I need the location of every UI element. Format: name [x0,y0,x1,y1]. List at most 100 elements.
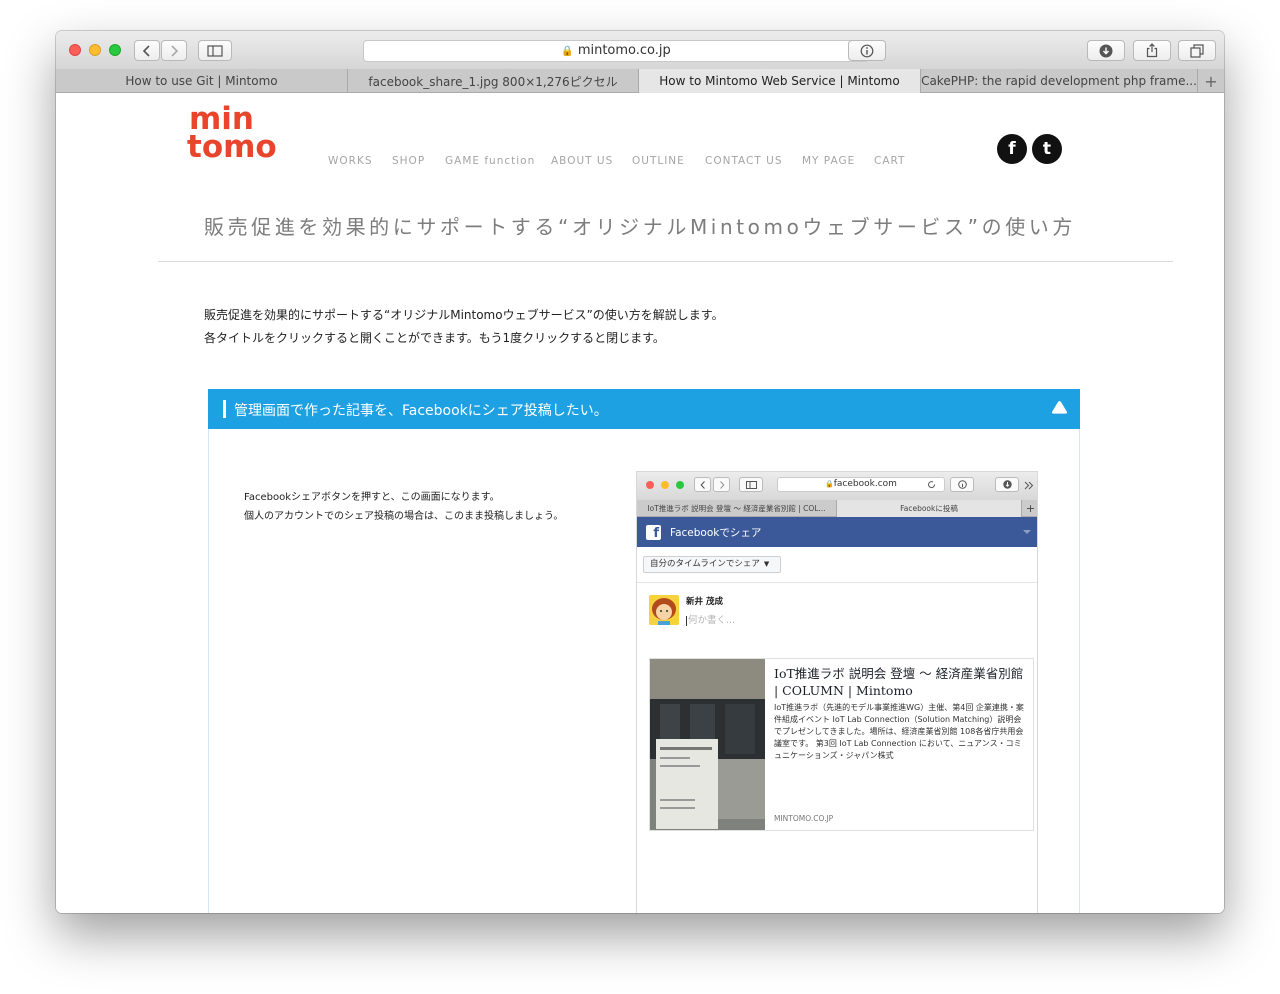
tab-label: CakePHP: the rapid development php frame… [921,74,1197,88]
downloads-button[interactable] [1087,40,1125,61]
avatar-illustration [649,595,679,625]
twitter-link[interactable]: t [1032,134,1062,164]
screenshot-download-button [995,477,1019,492]
screenshot-browser-toolbar: 🔒facebook.com [637,472,1037,500]
nav-cart[interactable]: CART [874,155,905,167]
screenshot-minimize-dot [661,481,669,489]
url-text: mintomo.co.jp [577,43,671,58]
preview-image [650,659,765,830]
title-divider [158,261,1173,262]
minimize-window-button[interactable] [89,44,101,56]
facebook-icon: f [1008,139,1016,159]
browser-toolbar: 🔒 mintomo.co.jp [56,31,1224,69]
new-tab-button[interactable]: + [1198,69,1224,93]
tab-git[interactable]: How to use Git | Mintomo [56,69,348,93]
address-bar[interactable]: 🔒 mintomo.co.jp [363,40,869,62]
triangle-up-icon[interactable] [1051,400,1068,415]
tab-mintomo-web-service[interactable]: How to Mintomo Web Service | Mintomo [639,69,921,93]
nav-my-page[interactable]: MY PAGE [802,155,855,167]
share-target-select: 自分のタイムラインでシェア ▼ [643,556,781,573]
tab-label: How to Mintomo Web Service | Mintomo [659,74,900,88]
url-display: 🔒 mintomo.co.jp [364,43,868,58]
screenshot-back-button [694,477,711,492]
lock-icon: 🔒 [561,46,574,57]
screenshot-sidebar-button [739,477,763,492]
reload-icon [928,481,936,489]
page-title: 販売促進を効果的にサポートする“オリジナルMintomoウェブサービス”の使い方 [203,215,1076,239]
facebook-logo-icon: f [646,525,661,540]
nav-works[interactable]: WORKS [328,155,373,167]
share-button[interactable] [1133,40,1171,61]
description-text-1: Facebookシェアボタンを押すと、この画面になります。 [244,492,500,503]
tab-overview-button[interactable] [1178,40,1216,61]
chevron-down-icon [1023,530,1031,534]
nav-shop[interactable]: SHOP [392,155,425,167]
tab-label: How to use Git | Mintomo [125,74,278,88]
placeholder-text: 何か書く... [688,615,736,626]
info-icon [957,480,967,489]
browser-window: 🔒 mintomo.co.jp How to use Git | Mintomo… [56,31,1224,913]
plus-icon: + [1204,71,1218,91]
tabs-icon [1190,43,1204,58]
nav-outline[interactable]: OUTLINE [632,155,685,167]
sidebar-toggle-button[interactable] [198,40,232,61]
twitter-icon: t [1042,139,1052,159]
screenshot-info-button [950,477,974,492]
close-window-button[interactable] [69,44,81,56]
nav-game-function[interactable]: GAME function [445,155,535,167]
download-icon [1099,44,1113,57]
tab-bar: How to use Git | Mintomo facebook_share_… [56,69,1224,93]
chevron-left-icon [142,44,150,57]
facebook-share-title: Facebookでシェア [670,527,762,539]
chevron-right-icon [719,480,725,489]
facebook-link[interactable]: f [997,134,1027,164]
lock-icon: 🔒 [825,480,834,488]
intro-text-2: 各タイトルをクリックすると開くことができます。もう1度クリックすると閉じます。 [204,331,665,345]
accordion-title: 管理画面で作った記事を、Facebookにシェア投稿したい。 [234,403,608,419]
share-target-label: 自分のタイムラインでシェア [650,559,760,569]
site-logo[interactable]: min tomo [187,101,292,167]
facebook-share-screenshot: 🔒facebook.com IoT推進ラボ 説明会 登壇 〜 経済産業省別館 |… [636,471,1038,913]
screenshot-close-dot [646,481,654,489]
screenshot-forward-button [713,477,730,492]
facebook-share-header: f Facebookでシェア [637,517,1037,547]
preview-description: IoT推進ラボ（先進的モデル事業推進WG）主催、第4回 企業連携・案件組成イベン… [774,703,1024,760]
screenshot-url: facebook.com [833,479,897,489]
user-name: 新井 茂成 [686,597,723,607]
text-cursor [686,615,687,626]
nav-contact-us[interactable]: CONTACT US [705,155,782,167]
zoom-window-button[interactable] [109,44,121,56]
accordion-accent-bar [223,400,226,418]
download-icon [1002,480,1012,489]
building-photo [650,659,765,830]
sidebar-icon [745,480,757,489]
screenshot-zoom-dot [676,481,684,489]
share-icon [1146,43,1158,58]
screenshot-tab-iot: IoT推進ラボ 説明会 登壇 〜 経済産業省別館 | COL... [637,500,837,517]
preview-domain: MINTOMO.CO.JP [774,814,834,823]
nav-about-us[interactable]: ABOUT US [551,155,613,167]
avatar [649,595,679,625]
forward-button[interactable] [161,40,187,61]
page-content: min tomo WORKS SHOP GAME function ABOUT … [56,93,1224,913]
chevron-left-icon [699,480,705,489]
preview-title: IoT推進ラボ 説明会 登壇 〜 経済産業省別館 | COLUMN | Mint… [774,666,1024,698]
screenshot-new-tab: + [1022,500,1037,517]
tab-facebook-share-image[interactable]: facebook_share_1.jpg 800×1,276ピクセル [348,69,639,93]
screenshot-address-bar: 🔒facebook.com [777,477,945,492]
back-button[interactable] [134,40,160,61]
plus-icon: + [1025,502,1036,515]
sidebar-icon [207,44,223,57]
link-preview-card: IoT推進ラボ 説明会 登壇 〜 経済産業省別館 | COLUMN | Mint… [649,658,1034,831]
logo-text-bottom: tomo [187,129,277,165]
post-placeholder: 何か書く... [686,612,735,626]
screenshot-divider [637,582,1037,583]
chevron-double-right-icon [1024,481,1034,490]
screenshot-tab-facebook-post: Facebookに投稿 [837,500,1022,517]
description-text-2: 個人のアカウントでのシェア投稿の場合は、このまま投稿しましょう。 [244,511,564,522]
accordion-header[interactable]: 管理画面で作った記事を、Facebookにシェア投稿したい。 [208,389,1080,429]
chevron-right-icon [171,44,179,57]
reader-info-button[interactable] [848,40,886,61]
caret-down-icon: ▼ [763,560,770,568]
tab-cakephp[interactable]: CakePHP: the rapid development php frame… [921,69,1198,93]
